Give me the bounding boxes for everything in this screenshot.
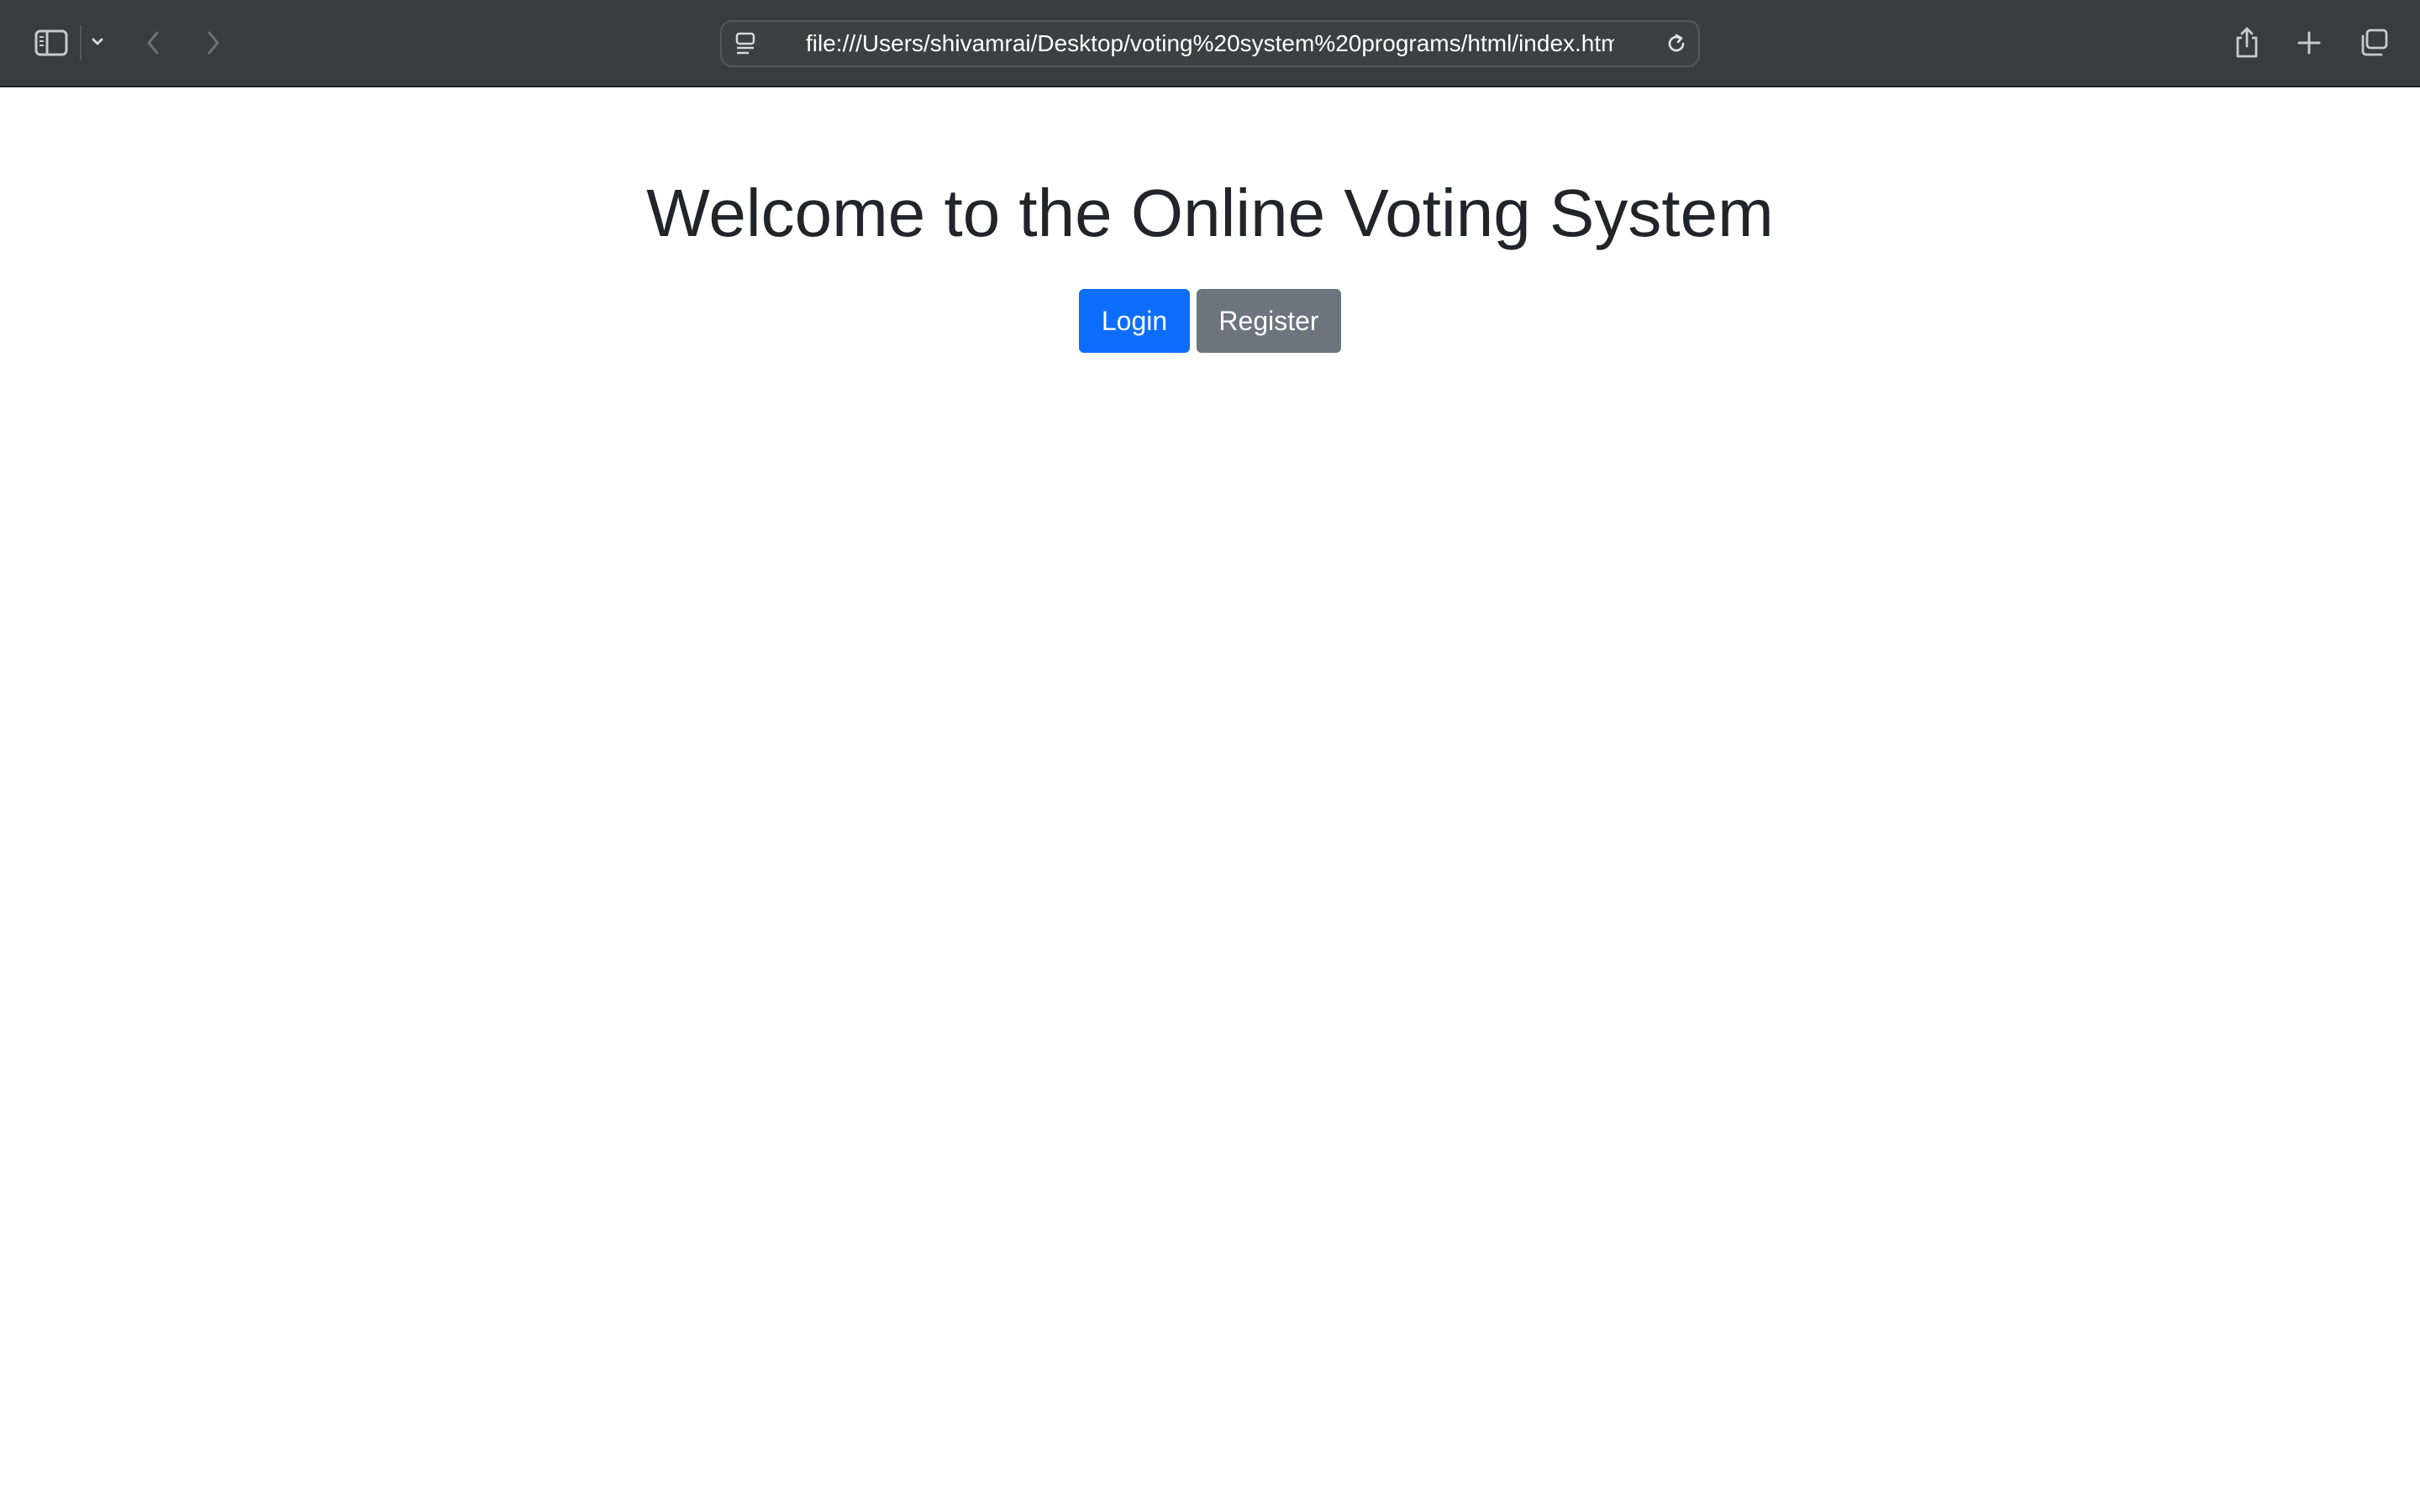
browser-toolbar: file:///Users/shivamrai/Desktop/voting%2… (0, 0, 2420, 87)
page-content: Welcome to the Online Voting System Logi… (0, 87, 2420, 1512)
sidebar-icon (34, 29, 68, 56)
reload-icon (1668, 34, 1685, 52)
sidebar-toggle-button[interactable] (32, 25, 71, 60)
tab-overview-icon (2361, 29, 2388, 56)
register-button[interactable]: Register (1197, 289, 1341, 353)
plus-icon (2297, 31, 2321, 55)
reload-button[interactable] (1663, 30, 1690, 57)
button-group: Login Register (0, 289, 2420, 353)
share-button[interactable] (2230, 24, 2264, 62)
new-tab-button[interactable] (2292, 26, 2326, 60)
page-menu-icon (735, 32, 755, 55)
share-icon (2236, 27, 2258, 58)
page-title: Welcome to the Online Voting System (646, 176, 1774, 250)
forward-button[interactable] (200, 25, 227, 60)
tab-overview-button[interactable] (2354, 25, 2391, 60)
back-button[interactable] (139, 25, 166, 60)
chevron-right-icon (208, 31, 219, 55)
login-button[interactable]: Login (1079, 289, 1190, 353)
page-menu-button[interactable] (732, 30, 759, 57)
url-text[interactable]: file:///Users/shivamrai/Desktop/voting%2… (806, 22, 1614, 66)
chevron-down-icon (92, 38, 103, 45)
sidebar-menu-button[interactable] (87, 32, 108, 52)
chevron-left-icon (147, 31, 159, 55)
address-bar[interactable]: file:///Users/shivamrai/Desktop/voting%2… (720, 20, 1700, 67)
toolbar-divider (80, 25, 82, 60)
